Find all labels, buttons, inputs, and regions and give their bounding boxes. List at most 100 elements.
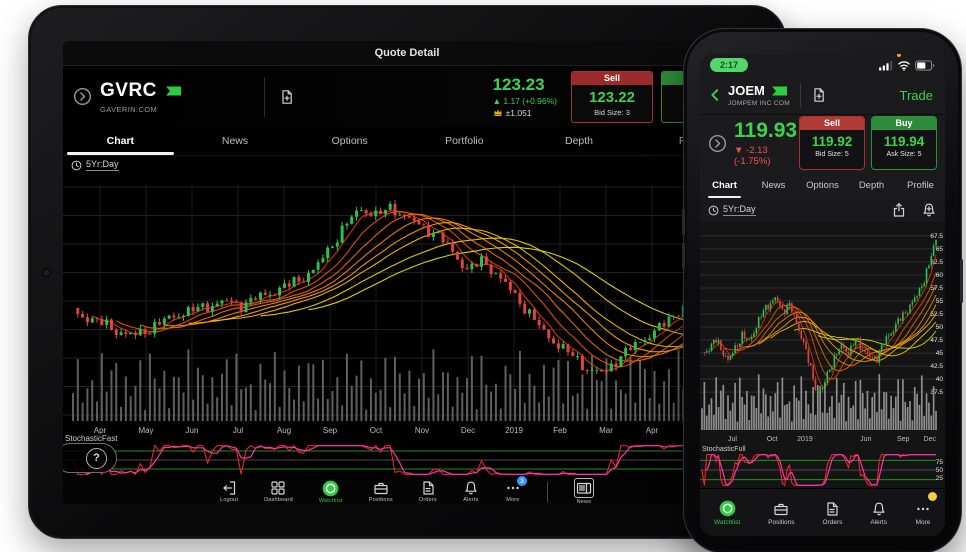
tab-options[interactable]: Options <box>798 172 847 198</box>
svg-text:62.5: 62.5 <box>930 259 943 266</box>
price-chart[interactable]: AprMayJunJulAugSepOctNovDec2019FebMarApr… <box>63 175 751 475</box>
tabbar-more[interactable]: More <box>915 501 931 526</box>
price-chart[interactable]: 67.56562.56057.55552.55047.54542.54037.5… <box>700 222 945 488</box>
toolbar-positions[interactable]: Positions <box>369 480 393 503</box>
svg-text:50: 50 <box>936 324 944 331</box>
range-label: 5Yr:Day <box>723 204 756 216</box>
screenshot-stage: Quote Detail GVRC GAVERIN.COM 123.23 ▲ 1… <box>0 0 966 552</box>
range-selector[interactable]: 5Yr:Day <box>71 159 119 171</box>
tab-portfolio[interactable]: Portfolio <box>407 127 522 155</box>
tab-profile[interactable]: Profile <box>896 172 945 198</box>
svg-text:May: May <box>138 426 153 435</box>
toolbar-news[interactable]: News <box>574 478 594 504</box>
tab-news[interactable]: News <box>178 127 293 155</box>
chart-toolbar: 5Yr:Day <box>700 198 945 222</box>
price-change: ▼ -2.13 (-1.75%) <box>734 145 799 167</box>
svg-text:45: 45 <box>936 350 944 357</box>
toolbar-more[interactable]: More 3 <box>505 480 521 503</box>
svg-text:50: 50 <box>936 467 944 474</box>
tabbar-alerts[interactable]: Alerts <box>870 501 887 526</box>
positions-icon <box>373 480 389 496</box>
crown-icon <box>493 108 503 117</box>
svg-text:2019: 2019 <box>797 436 813 443</box>
divider <box>800 83 801 107</box>
toolbar-orders[interactable]: Orders <box>419 480 437 503</box>
power-button <box>960 259 963 303</box>
nav-bar: JOEM JOMPEM INC COM Trade <box>700 76 945 115</box>
svg-text:75: 75 <box>936 459 944 466</box>
tabbar-watchlist[interactable]: Watchlist <box>714 500 740 526</box>
tab-depth[interactable]: Depth <box>522 127 637 155</box>
svg-text:Apr: Apr <box>646 426 659 435</box>
expand-quote-icon[interactable] <box>73 87 92 106</box>
bid-price: 123.22 <box>572 89 652 106</box>
symbol: JOEM <box>728 83 765 98</box>
tab-chart[interactable]: Chart <box>700 172 749 198</box>
svg-text:37.5: 37.5 <box>930 389 943 396</box>
svg-text:60: 60 <box>936 272 944 279</box>
back-chevron-icon[interactable] <box>708 87 722 103</box>
toolbar-logout[interactable]: Logout <box>220 480 238 503</box>
symbol: GVRC <box>100 80 157 102</box>
svg-text:StochasticFull: StochasticFull <box>702 446 746 453</box>
svg-text:Oct: Oct <box>767 436 778 443</box>
chart-toolbar: 5Yr:Day <box>63 155 751 175</box>
volatility-value: ±1.051 <box>506 108 532 118</box>
phone-screen: 2:17 JOEM JOMPEM INC COM <box>700 54 945 536</box>
expand-quote-icon[interactable] <box>708 134 727 153</box>
help-button[interactable]: ? <box>63 443 117 473</box>
phone-device: 2:17 JOEM JOMPEM INC COM <box>683 28 962 552</box>
ask-size: Ask Size: 5 <box>872 151 936 158</box>
svg-text:40: 40 <box>936 376 944 383</box>
question-mark-icon: ? <box>86 448 107 469</box>
wifi-icon <box>897 60 911 71</box>
svg-text:Jun: Jun <box>860 436 871 443</box>
tab-news[interactable]: News <box>749 172 798 198</box>
toolbar-alerts[interactable]: Alerts <box>463 480 479 503</box>
toolbar-dashboard[interactable]: Dashboard <box>264 480 293 503</box>
positions-icon <box>773 501 789 517</box>
clock-icon <box>71 160 82 171</box>
range-label: 5Yr:Day <box>86 159 119 171</box>
tab-depth[interactable]: Depth <box>847 172 896 198</box>
svg-text:Aug: Aug <box>277 426 291 435</box>
page-title: Quote Detail <box>375 47 440 59</box>
watchlist-icon <box>322 480 339 497</box>
tab-options[interactable]: Options <box>292 127 407 155</box>
timer-pill[interactable]: 2:17 <box>710 58 748 72</box>
sell-button[interactable]: Sell 123.22 Bid Size: 3 <box>571 71 653 123</box>
tablet-camera <box>42 268 51 277</box>
phone-speaker <box>804 40 842 45</box>
tabbar-positions[interactable]: Positions <box>768 501 794 526</box>
note-icon[interactable] <box>811 87 827 103</box>
share-icon[interactable] <box>891 202 907 218</box>
last-price: 123.23 <box>493 76 557 94</box>
bid-size: Bid Size: 3 <box>572 108 652 117</box>
orders-icon <box>824 501 840 517</box>
section-tabs: Chart News Options Portfolio Depth Profi… <box>63 127 751 156</box>
toolbar-watchlist[interactable]: Watchlist <box>319 480 343 504</box>
svg-text:Jun: Jun <box>186 426 199 435</box>
dashboard-icon <box>270 480 286 496</box>
tablet-screen: Quote Detail GVRC GAVERIN.COM 123.23 ▲ 1… <box>63 41 751 504</box>
range-selector[interactable]: 5Yr:Day <box>708 204 756 216</box>
tab-chart[interactable]: Chart <box>63 127 178 155</box>
trade-button[interactable]: Trade <box>900 88 933 103</box>
recording-indicator-dot <box>897 54 901 57</box>
svg-text:Mar: Mar <box>599 426 613 435</box>
notification-dot <box>928 492 937 501</box>
symbol-block: GVRC GAVERIN.COM <box>100 80 250 114</box>
svg-text:25: 25 <box>936 475 944 482</box>
price-cluster: 123.23 ▲ 1.17 (+0.96%) ±1.051 <box>493 76 557 118</box>
bid-size: Bid Size: 5 <box>800 151 864 158</box>
watchlist-icon <box>719 500 736 517</box>
tabbar-orders[interactable]: Orders <box>823 501 843 526</box>
note-icon[interactable] <box>279 89 295 105</box>
buy-button[interactable]: Buy 119.94 Ask Size: 5 <box>871 116 937 170</box>
logout-icon <box>221 480 237 496</box>
sell-button[interactable]: Sell 119.92 Bid Size: 5 <box>799 116 865 170</box>
add-alert-icon[interactable] <box>921 202 937 218</box>
svg-text:Sep: Sep <box>897 436 910 443</box>
alerts-icon <box>463 480 479 496</box>
svg-text:Jul: Jul <box>728 436 737 443</box>
